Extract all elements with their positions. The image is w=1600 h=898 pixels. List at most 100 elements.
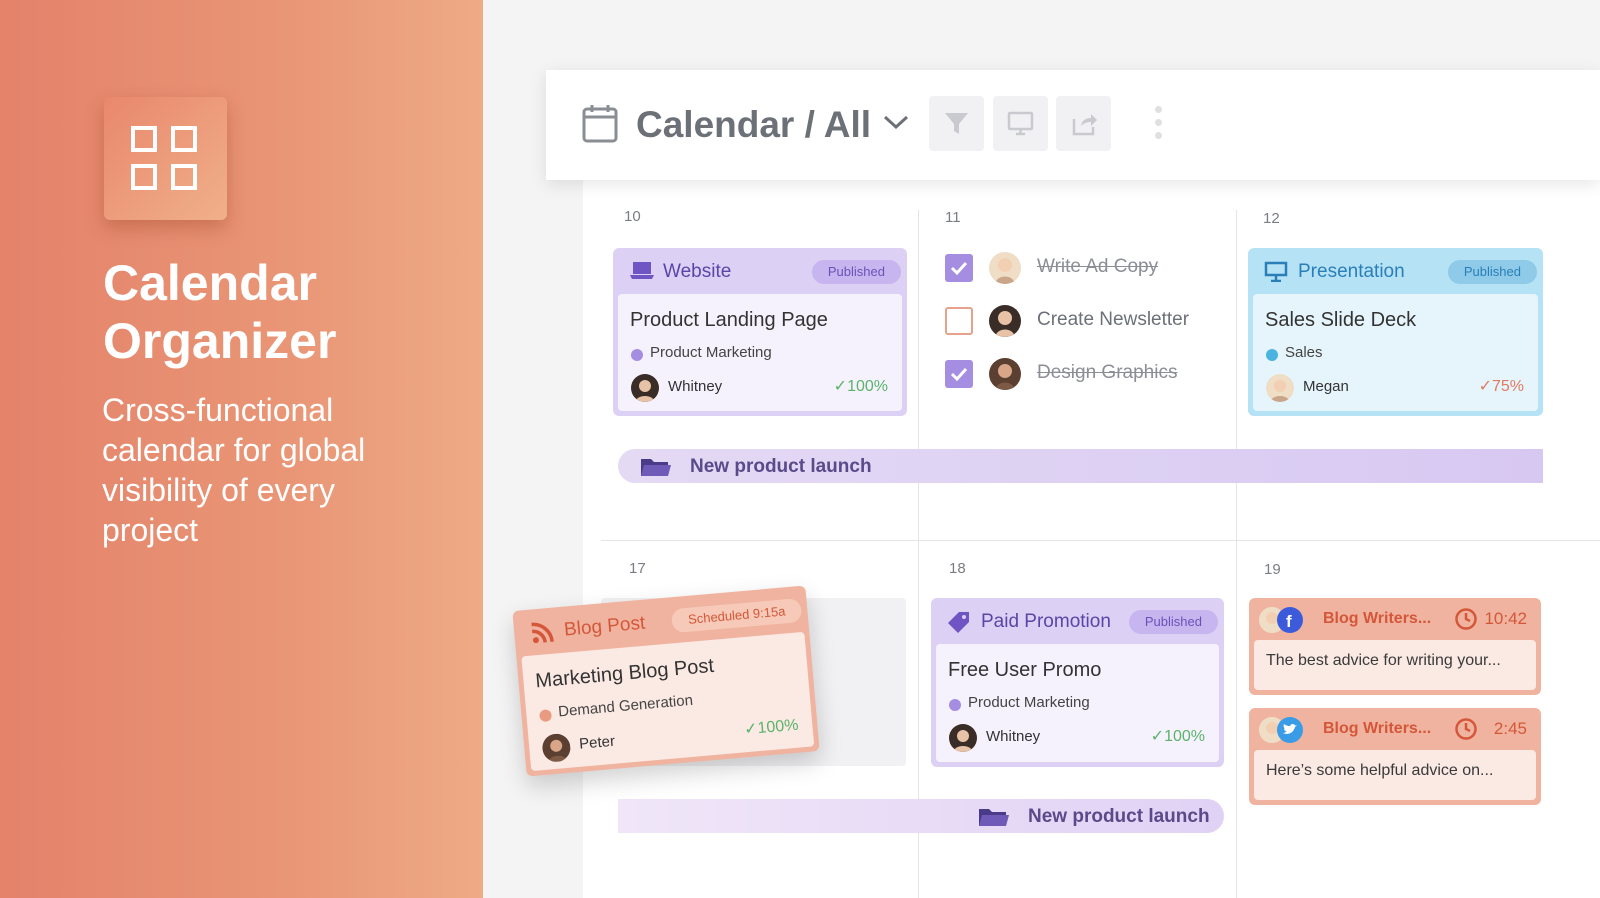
filter-icon	[945, 113, 968, 134]
clock-icon	[1455, 718, 1477, 740]
avatar	[949, 724, 977, 752]
card-type-label: Blog Post	[563, 612, 647, 641]
more-vertical-icon[interactable]	[1152, 106, 1164, 142]
tag-icon	[948, 612, 969, 633]
card-header: Paid Promotion Published	[931, 598, 1224, 644]
task-label: Write Ad Copy	[1037, 256, 1159, 277]
account-name: Blog Writers...	[1323, 720, 1432, 737]
project-bar[interactable]: New product launch	[618, 449, 1543, 483]
card-title: Product Landing Page	[630, 309, 828, 331]
team-label: Demand Generation	[557, 691, 694, 721]
day-number: 11	[945, 209, 961, 226]
calendar-toolbar: Calendar / All	[546, 70, 1600, 180]
promo-subtitle: Cross-functional calendar for global vis…	[102, 392, 366, 548]
project-label: New product launch	[690, 456, 872, 477]
share-button[interactable]	[1056, 96, 1111, 151]
card-type-label: Presentation	[1298, 261, 1405, 282]
check-icon: ✓	[833, 378, 848, 395]
task-label: Design Graphics	[1037, 362, 1178, 383]
post-time: 10:42	[1484, 609, 1527, 628]
twitter-icon	[1277, 717, 1303, 743]
chevron-down-icon[interactable]	[882, 110, 910, 134]
assignee-name: Whitney	[986, 728, 1041, 745]
card-header: Blog Writers... 2:45	[1249, 708, 1541, 750]
card-title: Free User Promo	[948, 659, 1102, 681]
grid-divider	[1236, 210, 1237, 898]
card-body: Marketing Blog Post Demand Generation Pe…	[521, 631, 815, 772]
laptop-icon	[630, 262, 654, 279]
check-icon: ✓	[1150, 728, 1165, 745]
team-dot	[539, 709, 553, 723]
card-type-label: Paid Promotion	[981, 611, 1111, 632]
team-label: Product Marketing	[650, 344, 772, 361]
present-button[interactable]	[993, 96, 1048, 151]
promo-title: Calendar Organizer	[103, 255, 337, 369]
card-title: Sales Slide Deck	[1265, 309, 1417, 331]
share-icon	[1072, 114, 1097, 136]
day-number: 18	[949, 560, 966, 577]
status-badge: Scheduled 9:15a	[671, 597, 803, 634]
folder-icon	[641, 459, 671, 476]
checkbox-checked[interactable]	[945, 254, 973, 282]
project-label: New product launch	[1028, 806, 1210, 827]
card-header: Presentation Published	[1248, 248, 1543, 294]
team-dot	[949, 699, 961, 711]
folder-icon	[979, 809, 1009, 826]
day-number: 19	[1264, 561, 1281, 578]
avatar	[631, 374, 659, 402]
avatar	[989, 305, 1021, 337]
website-card[interactable]: Website Published Product Landing Page P…	[613, 248, 907, 416]
checkbox-unchecked[interactable]	[945, 307, 973, 335]
task-item[interactable]: Write Ad Copy	[945, 252, 1235, 284]
grid-divider	[918, 210, 919, 898]
filter-button[interactable]	[929, 96, 984, 151]
day-number: 17	[629, 560, 646, 577]
task-item[interactable]: Create Newsletter	[945, 305, 1235, 337]
grid-logo-icon	[104, 97, 227, 220]
rss-icon	[531, 622, 554, 644]
assignee-name: Peter	[578, 732, 616, 753]
monitor-icon	[1007, 111, 1034, 136]
social-post-card[interactable]: f Blog Writers... 10:42 The best advice …	[1249, 598, 1541, 695]
account-name: Blog Writers...	[1323, 610, 1432, 627]
calendar-area: Calendar / All 10 11 12 17 18 19 Website…	[483, 0, 1600, 898]
day-number: 10	[624, 208, 641, 225]
project-bar[interactable]: New product launch	[618, 799, 1224, 833]
paid-promotion-card[interactable]: Paid Promotion Published Free User Promo…	[931, 598, 1224, 767]
card-body: Sales Slide Deck Sales Megan ✓75%	[1253, 294, 1538, 411]
progress-value: ✓100%	[833, 378, 888, 395]
presentation-card[interactable]: Presentation Published Sales Slide Deck …	[1248, 248, 1543, 416]
status-badge: Published	[1128, 610, 1218, 634]
day-number: 12	[1263, 210, 1280, 227]
promo-panel: Calendar Organizer Cross-functional cale…	[0, 0, 483, 898]
status-badge: Published	[1447, 260, 1537, 284]
card-body: Free User Promo Product Marketing Whitne…	[936, 644, 1219, 762]
assignee-name: Whitney	[668, 378, 723, 395]
task-label: Create Newsletter	[1037, 309, 1190, 330]
progress-value: ✓100%	[743, 716, 800, 739]
post-time: 2:45	[1493, 719, 1527, 738]
social-post-card[interactable]: Blog Writers... 2:45 Here’s some helpful…	[1249, 708, 1541, 805]
facebook-icon: f	[1277, 607, 1303, 633]
card-header: f Blog Writers... 10:42	[1249, 598, 1541, 640]
presentation-icon	[1264, 261, 1288, 282]
grid-divider	[601, 540, 1600, 541]
progress-value: ✓100%	[1150, 728, 1205, 745]
task-item[interactable]: Design Graphics	[945, 358, 1235, 390]
assignee-name: Megan	[1303, 378, 1349, 395]
blog-post-card[interactable]: Blog Post Scheduled 9:15a Marketing Blog…	[512, 585, 820, 777]
progress-value: ✓75%	[1478, 378, 1524, 395]
team-label: Product Marketing	[968, 694, 1090, 711]
avatar	[1266, 374, 1294, 402]
avatar	[541, 732, 572, 763]
avatar	[989, 252, 1021, 284]
checkbox-checked[interactable]	[945, 360, 973, 388]
status-badge: Published	[811, 260, 901, 284]
team-dot	[631, 349, 643, 361]
post-preview: Here’s some helpful advice on...	[1254, 750, 1536, 800]
card-title: Marketing Blog Post	[534, 654, 715, 693]
post-preview: The best advice for writing your...	[1254, 640, 1536, 690]
calendar-icon	[582, 105, 618, 143]
view-title[interactable]: Calendar / All	[636, 104, 871, 146]
clock-icon	[1455, 608, 1477, 630]
